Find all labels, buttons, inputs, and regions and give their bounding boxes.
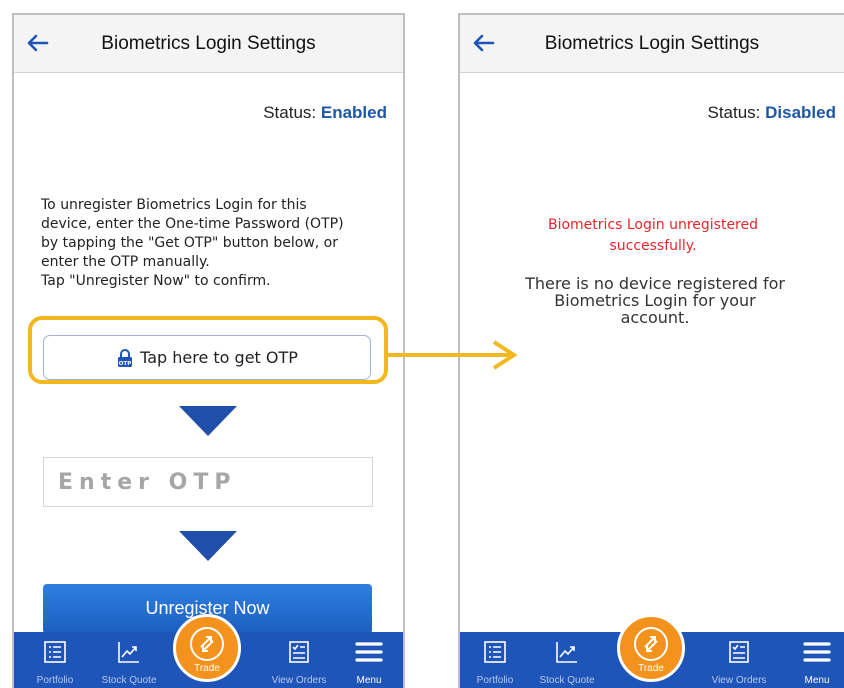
instructions-text: To unregister Biometrics Login for this … (41, 196, 391, 291)
instruction-line: by tapping the "Get OTP" button below, o… (41, 235, 338, 251)
orders-checklist-icon (289, 641, 309, 663)
instruction-line: Tap "Unregister Now" to confirm. (41, 273, 271, 289)
down-arrow-icon (179, 406, 237, 436)
tab-stock-quote[interactable]: Stock Quote (94, 632, 164, 688)
tab-label: Portfolio (476, 675, 514, 686)
trade-label: Trade (194, 663, 220, 674)
status-row: Status: Enabled (263, 103, 387, 123)
no-device-line: There is no device registered for (525, 274, 785, 293)
tab-portfolio[interactable]: Portfolio (20, 632, 90, 688)
hamburger-menu-icon (355, 642, 383, 662)
trade-label: Trade (638, 663, 664, 674)
tab-menu[interactable]: Menu (782, 632, 844, 688)
success-line: Biometrics Login unregistered (547, 217, 759, 233)
trade-arrows-icon (634, 627, 668, 661)
no-device-line: Biometrics Login for your (554, 291, 756, 310)
tab-label: Stock Quote (101, 675, 157, 686)
comparison-figure: Biometrics Login Settings Status: Enable… (0, 0, 844, 688)
chart-line-icon (118, 642, 139, 663)
no-device-line: account. (620, 308, 690, 327)
header-bar: Biometrics Login Settings (460, 15, 844, 73)
left-arrow-icon[interactable] (470, 29, 498, 57)
portfolio-list-icon (44, 641, 66, 663)
status-row: Status: Disabled (707, 103, 836, 123)
tab-view-orders[interactable]: View Orders (704, 632, 774, 688)
instruction-line: To unregister Biometrics Login for this (41, 197, 307, 213)
tab-label: Menu (804, 675, 830, 686)
success-line: successfully. (609, 238, 697, 254)
no-device-message: There is no device registered for Biomet… (490, 275, 820, 326)
otp-button-highlight (28, 316, 388, 384)
instruction-line: device, enter the One-time Password (OTP… (41, 216, 344, 232)
tab-label: Menu (356, 675, 382, 686)
tab-menu[interactable]: Menu (334, 632, 403, 688)
status-value: Enabled (320, 103, 387, 122)
left-arrow-icon[interactable] (24, 29, 52, 57)
tab-label: Portfolio (36, 675, 74, 686)
trade-button[interactable]: Trade (173, 614, 241, 682)
connector-arrow-icon (388, 340, 518, 370)
success-message: Biometrics Login unregistered successful… (480, 215, 826, 257)
hamburger-menu-icon (803, 642, 831, 662)
tab-label: View Orders (711, 675, 767, 686)
page-title: Biometrics Login Settings (101, 32, 316, 54)
status-value: Disabled (765, 103, 836, 122)
tab-view-orders[interactable]: View Orders (264, 632, 334, 688)
trade-button[interactable]: Trade (617, 614, 685, 682)
tab-label: Stock Quote (539, 675, 595, 686)
header-bar: Biometrics Login Settings (14, 15, 403, 73)
tab-portfolio[interactable]: Portfolio (460, 632, 530, 688)
down-arrow-icon (179, 531, 237, 561)
status-label: Status: (263, 103, 317, 122)
tab-stock-quote[interactable]: Stock Quote (532, 632, 602, 688)
instruction-line: enter the OTP manually. (41, 254, 210, 270)
page-title: Biometrics Login Settings (544, 32, 760, 54)
chart-line-icon (556, 642, 577, 663)
orders-checklist-icon (729, 641, 749, 663)
portfolio-list-icon (484, 641, 506, 663)
tab-label: View Orders (271, 675, 327, 686)
trade-arrows-icon (190, 627, 224, 661)
status-label: Status: (707, 103, 761, 122)
otp-input[interactable] (43, 457, 373, 507)
